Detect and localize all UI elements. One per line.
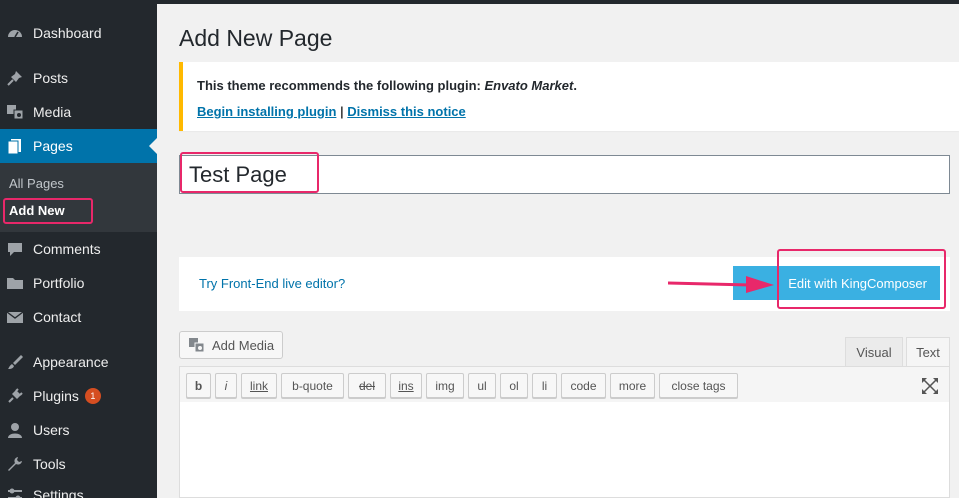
plugin-notice: This theme recommends the following plug… [179,62,959,131]
menu-item-appearance[interactable]: Appearance [0,345,157,379]
menu-item-dashboard[interactable]: Dashboard [0,16,157,50]
settings-icon [6,486,24,498]
menu-label: Users [33,422,70,438]
submenu-add-new[interactable]: Add New [9,203,65,218]
update-count-badge: 1 [84,388,101,404]
kingcomposer-bar: Try Front-End live editor? Edit with Kin… [179,257,950,311]
comment-icon [6,240,24,258]
qt-italic-button[interactable]: i [215,373,237,398]
menu-label: Tools [33,456,66,472]
menu-item-plugins[interactable]: Plugins 1 [0,379,157,413]
notice-links: Begin installing plugin | Dismiss this n… [197,104,466,119]
add-media-button[interactable]: Add Media [179,331,283,359]
folder-icon [6,274,24,292]
qt-li-button[interactable]: li [532,373,557,398]
qt-del-button[interactable]: del [348,373,386,398]
menu-label: Comments [33,241,101,257]
notice-separator: | [340,104,344,119]
qt-bold-button[interactable]: b [186,373,211,398]
notice-text: This theme recommends the following plug… [197,78,577,93]
qt-ins-button[interactable]: ins [390,373,422,398]
media-icon [188,337,206,353]
add-media-label: Add Media [212,337,275,353]
notice-plugin-name: Envato Market [484,78,574,93]
menu-label: Posts [33,70,69,86]
mail-icon [6,308,24,326]
admin-sidebar: Dashboard Posts Media Pages All Pages Ad… [0,0,157,498]
menu-label: Contact [33,309,82,325]
content-editor[interactable] [179,402,950,498]
qt-blockquote-button[interactable]: b-quote [281,373,344,398]
tab-text[interactable]: Text [906,337,950,367]
page-title: Add New Page [179,25,333,51]
menu-label: Plugins [33,388,79,404]
pointer-arrow-icon [668,276,774,293]
dismiss-notice-link[interactable]: Dismiss this notice [347,104,465,119]
tab-visual[interactable]: Visual [845,337,903,367]
pushpin-icon [6,69,24,87]
menu-label: Settings [33,487,84,498]
qt-code-button[interactable]: code [561,373,606,398]
menu-label: Media [33,104,72,120]
fullscreen-icon[interactable] [920,376,940,396]
menu-item-contact[interactable]: Contact [0,300,157,334]
plugin-icon [6,387,24,405]
menu-label: Appearance [33,354,109,370]
menu-item-portfolio[interactable]: Portfolio [0,266,157,300]
media-icon [6,103,24,121]
menu-item-media[interactable]: Media [0,95,157,129]
qt-img-button[interactable]: img [426,373,464,398]
user-icon [6,421,24,439]
paintbrush-icon [6,353,24,371]
page-title-input[interactable] [179,155,950,194]
quicktags-toolbar: b i link b-quote del ins img ul ol li co… [179,366,950,403]
pages-icon [6,137,24,155]
begin-installing-plugin-link[interactable]: Begin installing plugin [197,104,336,119]
menu-label: Dashboard [33,25,102,41]
qt-link-button[interactable]: link [241,373,277,398]
qt-ul-button[interactable]: ul [468,373,496,398]
menu-label: Pages [33,138,73,154]
dashboard-icon [6,24,24,42]
menu-label: Portfolio [33,275,85,291]
qt-ol-button[interactable]: ol [500,373,528,398]
menu-item-posts[interactable]: Posts [0,61,157,95]
qt-more-button[interactable]: more [610,373,655,398]
submenu-all-pages[interactable]: All Pages [9,176,64,191]
pages-submenu: All Pages Add New [0,163,157,232]
menu-item-tools[interactable]: Tools [0,447,157,481]
menu-item-settings[interactable]: Settings [0,478,157,498]
wrench-icon [6,455,24,473]
front-end-editor-link[interactable]: Try Front-End live editor? [199,276,345,291]
menu-item-pages[interactable]: Pages [0,129,157,163]
menu-item-comments[interactable]: Comments [0,232,157,266]
qt-close-tags-button[interactable]: close tags [659,373,738,398]
menu-item-users[interactable]: Users [0,413,157,447]
